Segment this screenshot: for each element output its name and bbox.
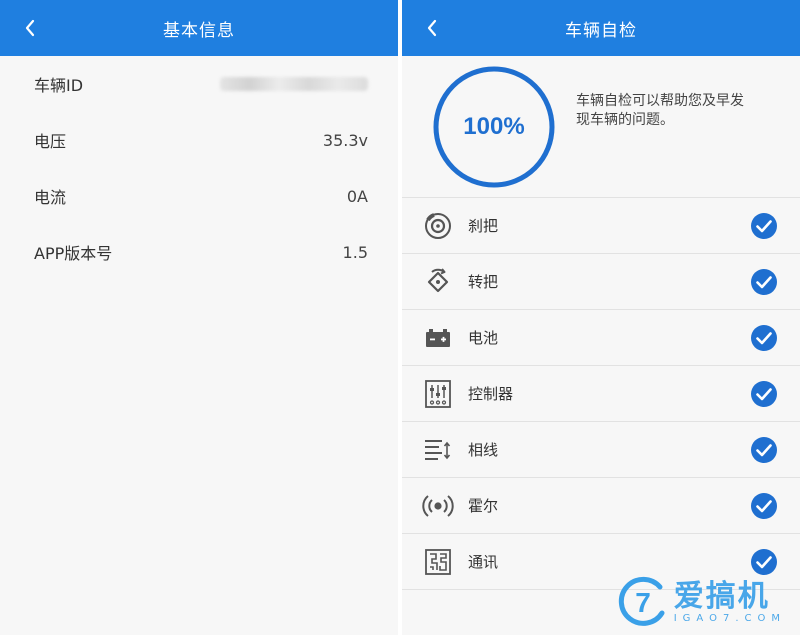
check-item-phase-wire[interactable]: 相线 [402,422,800,478]
header-bar: 基本信息 [0,0,398,56]
info-row-voltage: 电压 35.3v [0,112,398,168]
vehicle-id-value-redacted [220,77,368,91]
check-circle-icon [751,381,777,407]
check-item-controller[interactable]: 控制器 [402,366,800,422]
check-item-label: 刹把 [468,217,499,235]
info-row-vehicle-id: 车辆ID [0,56,398,112]
basic-info-screen: 基本信息 车辆ID 电压 35.3v 电流 0A APP版本号 1.5 [0,0,398,635]
communication-icon [422,546,454,578]
check-item-label: 控制器 [468,385,514,403]
info-value: 1.5 [342,242,368,262]
check-list: 刹把 转把 电池 控制器 相线 霍尔 通讯 [402,198,800,590]
info-row-app-version: APP版本号 1.5 [0,224,398,280]
check-circle-icon [751,437,777,463]
progress-percent: 100% [463,112,525,140]
watermark: 7 爱搞机 IGAO7.COM [616,575,786,629]
page-title: 车辆自检 [565,20,637,41]
check-item-throttle[interactable]: 转把 [402,254,800,310]
phase-wire-icon [422,434,454,466]
info-label: 电流 [34,188,67,207]
info-label: APP版本号 [34,244,113,263]
header-bar: 车辆自检 [402,0,800,56]
check-item-label: 转把 [468,273,499,291]
brake-icon [422,210,454,242]
page-title: 基本信息 [163,20,235,41]
chevron-left-icon [25,19,35,37]
info-row-current: 电流 0A [0,168,398,224]
self-check-summary: 100% 车辆自检可以帮助您及早发现车辆的问题。 [402,56,800,198]
chevron-left-icon [427,19,437,37]
check-circle-icon [751,213,777,239]
info-label: 车辆ID [34,76,84,95]
hall-sensor-icon [422,490,454,522]
info-value: 35.3v [322,130,368,150]
watermark-text: 爱搞机 [673,578,770,614]
check-item-label: 霍尔 [468,497,499,515]
check-item-battery[interactable]: 电池 [402,310,800,366]
check-item-hall-sensor[interactable]: 霍尔 [402,478,800,534]
watermark-subtext: IGAO7.COM [673,612,786,624]
back-button[interactable] [420,14,444,42]
progress-ring: 100% [430,63,558,191]
info-list: 车辆ID 电压 35.3v 电流 0A APP版本号 1.5 [0,56,398,280]
controller-icon [422,378,454,410]
throttle-icon [422,266,454,298]
check-circle-icon [751,325,777,351]
info-label: 电压 [34,132,67,151]
check-item-label: 电池 [468,329,499,347]
back-button[interactable] [18,14,42,42]
check-circle-icon [751,549,777,575]
battery-icon [422,322,454,354]
info-value: 0A [346,186,368,206]
check-circle-icon [751,493,777,519]
check-circle-icon [751,269,777,295]
igao7-logo-icon: 7 [618,576,665,626]
self-check-description: 车辆自检可以帮助您及早发现车辆的问题。 [576,92,744,128]
check-item-brake[interactable]: 刹把 [402,198,800,254]
check-item-label: 相线 [468,441,499,459]
svg-text:7: 7 [635,587,651,618]
self-check-screen: 车辆自检 100% 车辆自检可以帮助您及早发现车辆的问题。 刹把 转把 电池 控… [402,0,800,635]
check-item-label: 通讯 [468,553,499,571]
